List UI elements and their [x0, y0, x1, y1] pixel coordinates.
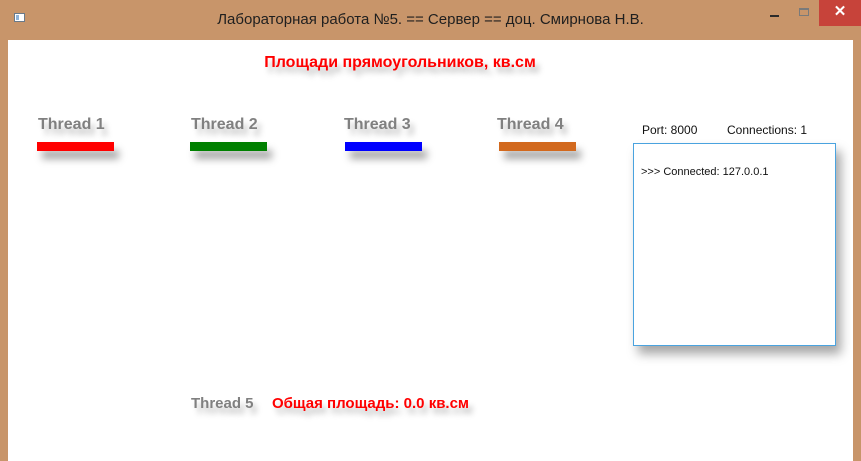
- total-area-label: Общая площадь: 0.0 кв.см: [272, 395, 470, 412]
- client-area: Площади прямоугольников, кв.см Thread 1 …: [8, 40, 853, 461]
- app-window: Лабораторная работа №5. == Сервер == доц…: [0, 0, 861, 461]
- thread-3-label: Thread 3: [344, 116, 411, 133]
- port-label: Port: 8000: [642, 123, 698, 137]
- maximize-button[interactable]: [790, 0, 818, 26]
- connections-label: Connections: 1: [727, 123, 808, 137]
- log-entry: >>> Connected: 127.0.0.1: [641, 166, 769, 178]
- thread-3-bar: [345, 142, 422, 151]
- thread-1-label: Thread 1: [38, 116, 105, 133]
- close-button[interactable]: ✕: [819, 0, 861, 26]
- thread-2-bar: [190, 142, 267, 151]
- thread-5-label: Thread 5: [191, 395, 254, 412]
- connection-log[interactable]: >>> Connected: 127.0.0.1: [633, 143, 836, 346]
- window-title: Лабораторная работа №5. == Сервер == доц…: [217, 11, 644, 28]
- thread-1-bar: [37, 142, 114, 151]
- title-bar[interactable]: Лабораторная работа №5. == Сервер == доц…: [0, 0, 861, 40]
- page-title: Площади прямоугольников, кв.см: [264, 54, 536, 71]
- thread-2-label: Thread 2: [191, 116, 258, 133]
- thread-4-bar: [499, 142, 576, 151]
- thread-4-label: Thread 4: [497, 116, 564, 133]
- minimize-button[interactable]: [760, 0, 788, 26]
- close-icon: ✕: [833, 3, 847, 20]
